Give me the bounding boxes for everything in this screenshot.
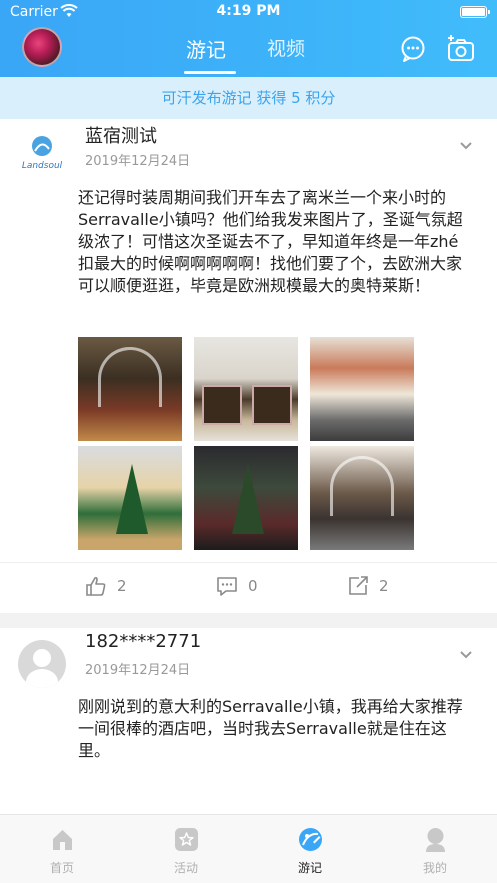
camera-icon[interactable] [447,34,475,62]
post-actions: 2 0 2 [0,569,497,605]
tab-label: 活动 [173,861,198,875]
chevron-down-icon[interactable] [459,141,473,151]
tab-activity[interactable]: 活动 [124,815,248,883]
share-icon [349,576,368,595]
post-photo[interactable] [310,446,414,550]
like-count: 2 [117,577,127,595]
profile-icon [426,828,445,852]
share-count: 2 [379,577,389,595]
post-text: 还记得时装周期间我们开车去了离米兰一个来小时的Serravalle小镇吗？他们给… [78,188,463,295]
status-time: 4:19 PM [216,3,281,19]
avatar-logo-text: Landsoul [21,161,63,171]
active-tab-indicator [184,71,236,74]
post-photo[interactable] [78,446,182,550]
post-card[interactable]: 182****2771 2019年12月24日 刚刚说到的意大利的Serrava… [0,628,497,828]
chevron-down-icon[interactable] [459,650,473,660]
tab-label: 游记 [297,861,322,875]
activity-icon [175,828,198,851]
post-date: 2019年12月24日 [85,154,191,169]
author-name[interactable]: 蓝宿测试 [85,122,157,148]
status-bar: Carrier 4:19 PM [0,0,497,24]
comment-icon [217,577,237,596]
author-name[interactable]: 182****2771 [85,631,201,652]
comment-count: 0 [248,577,258,595]
divider [0,562,497,563]
thumbs-up-icon [86,576,106,596]
post-photo[interactable] [310,337,414,441]
post-card[interactable]: Landsoul 蓝宿测试 2019年12月24日 还记得时装周期间我们开车去了… [0,119,497,613]
post-separator [0,613,497,628]
post-photo[interactable] [194,337,298,441]
battery-icon [460,6,490,18]
user-avatar[interactable] [22,27,62,67]
tab-label: 首页 [49,861,74,875]
post-text: 刚刚说到的意大利的Serravalle小镇，我再给大家推荐一间很棒的酒店吧，当时… [78,697,463,760]
tab-travel-notes-bottom[interactable]: 游记 [248,815,372,883]
tab-video[interactable]: 视频 [267,34,305,61]
chat-icon[interactable] [400,36,426,62]
home-icon [53,830,72,850]
bottom-tab-bar: 首页 活动 游记 我的 [0,814,497,883]
author-avatar[interactable] [18,640,66,688]
landsoul-logo-icon [32,136,52,156]
photo-grid [78,337,414,550]
tab-profile[interactable]: 我的 [373,815,497,883]
travel-notes-icon [299,828,322,851]
post-photo[interactable] [194,446,298,550]
points-banner[interactable]: 可汗发布游记 获得 5 积分 [0,77,497,119]
tab-travel-notes[interactable]: 游记 [186,34,226,63]
tab-home[interactable]: 首页 [0,815,124,883]
top-header: Carrier 4:19 PM 游记 视频 [0,0,497,77]
post-date: 2019年12月24日 [85,663,191,678]
author-avatar[interactable]: Landsoul [18,131,66,179]
post-photo[interactable] [78,337,182,441]
tab-label: 我的 [422,861,447,875]
